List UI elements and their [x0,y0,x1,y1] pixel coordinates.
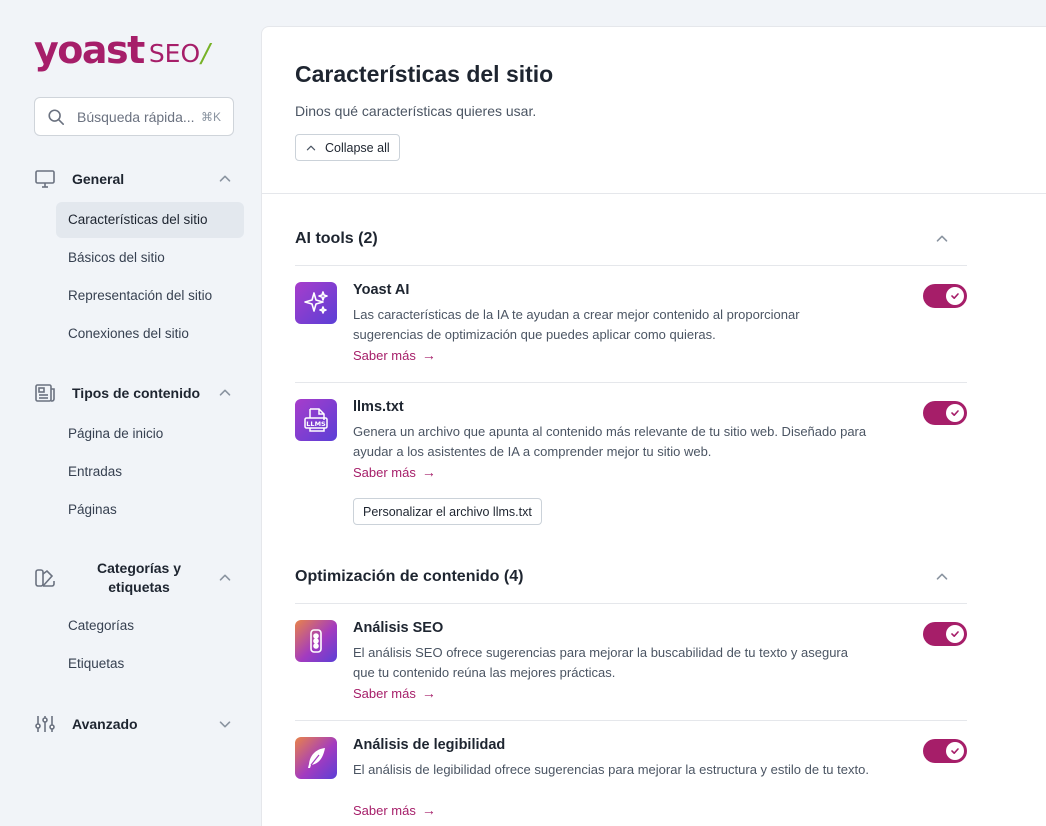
arrow-right-icon: → [421,802,436,818]
feature-title: Yoast AI [353,282,410,298]
color-swatch-icon [34,567,56,589]
feature-yoast-ai: Yoast AI Las características de la IA te… [295,282,967,382]
sidebar-item-entradas[interactable]: Entradas [56,454,244,490]
nav-group-avanzado-toggle[interactable]: Avanzado [34,711,244,737]
chevron-up-icon [306,145,316,150]
sidebar-item-caracteristicas[interactable]: Características del sitio [56,202,244,238]
section-title-ai-tools: AI tools (2) [295,230,378,247]
arrow-right-icon: → [421,347,436,363]
header-divider [262,193,1046,194]
feature-toggle[interactable] [923,284,967,308]
nav-group-categorias: Categorías y etiquetas Categorías Etique… [34,558,244,682]
feature-toggle[interactable] [923,622,967,646]
customize-llms-button[interactable]: Personalizar el archivo llms.txt [353,498,542,525]
chevron-up-icon[interactable] [933,230,951,248]
newspaper-icon [34,382,56,404]
learn-more-link[interactable]: Saber más → [353,464,436,480]
learn-more-link[interactable]: Saber más → [353,347,436,363]
check-icon [946,404,964,422]
feature-llms-txt: LLMS llms.txt Genera un archivo que apun… [295,399,967,529]
feather-icon [295,737,337,779]
feature-description: El análisis SEO ofrece sugerencias para … [353,645,848,680]
sidebar-item-basicos[interactable]: Básicos del sitio [56,240,244,276]
learn-more-link[interactable]: Saber más → [353,685,436,701]
feature-divider [295,720,967,721]
feature-title: llms.txt [353,399,404,415]
nav-group-label-line2: etiquetas [108,579,170,595]
chevron-up-icon [219,175,231,182]
sidebar-item-pagina-inicio[interactable]: Página de inicio [56,416,244,452]
nav-group-avanzado: Avanzado [34,711,244,737]
nav-group-label: General [72,171,125,187]
section-divider [295,603,967,604]
check-icon [946,742,964,760]
nav-group-label: Tipos de contenido [72,385,201,401]
desktop-icon [34,168,56,190]
chevron-up-icon[interactable] [933,568,951,586]
chevron-up-icon [219,389,231,396]
feature-analisis-seo: Análisis SEO El análisis SEO ofrece suge… [295,620,967,720]
adjustments-icon [34,713,56,735]
learn-more-label: Saber más [353,802,416,818]
traffic-light-icon [295,620,337,662]
check-icon [946,287,964,305]
check-icon [946,625,964,643]
feature-title: Análisis de legibilidad [353,737,506,753]
feature-title: Análisis SEO [353,620,444,636]
feature-description: El análisis de legibilidad ofrece sugere… [353,762,869,777]
nav-group-general-toggle[interactable]: General [34,166,244,192]
nav-group-label: Categorías y etiquetas [62,559,216,597]
learn-more-label: Saber más [353,464,416,480]
quick-search-input[interactable]: Búsqueda rápida... ⌘K [34,97,234,136]
sidebar: yoast SEO / Búsqueda rápida... ⌘K Genera… [0,0,262,826]
nav-group-tipos: Tipos de contenido Página de inicio Entr… [34,380,244,528]
feature-description: Las características de la IA te ayudan a… [353,307,800,342]
chevron-down-icon [219,721,231,728]
learn-more-link[interactable]: Saber más → [353,802,436,818]
llms-icon-text: LLMS [306,420,326,428]
search-icon [48,108,65,125]
sidebar-item-representacion[interactable]: Representación del sitio [56,278,244,314]
yoast-seo-logo[interactable]: yoast SEO / [34,24,210,70]
search-shortcut: ⌘K [200,109,221,124]
sidebar-item-paginas[interactable]: Páginas [56,492,244,528]
section-title-optimizacion: Optimización de contenido (4) [295,568,524,585]
llms-file-icon: LLMS [295,399,337,441]
chevron-up-icon [219,574,231,581]
feature-description: Genera un archivo que apunta al contenid… [353,424,867,459]
collapse-all-label: Collapse all [325,140,390,155]
feature-analisis-legibilidad: Análisis de legibilidad El análisis de l… [295,737,967,826]
sidebar-item-etiquetas[interactable]: Etiquetas [56,646,244,682]
arrow-right-icon: → [421,685,436,701]
nav-group-label-line1: Categorías y [96,560,182,576]
feature-toggle[interactable] [923,401,967,425]
logo-suffix: SEO [148,39,201,68]
nav-group-label: Avanzado [72,716,138,732]
nav-group-categorias-toggle[interactable]: Categorías y etiquetas [34,558,244,598]
feature-toggle[interactable] [923,739,967,763]
page-title: Características del sitio [295,61,554,87]
learn-more-label: Saber más [353,347,416,363]
main-panel: Características del sitio Dinos qué cara… [261,26,1046,826]
section-divider [295,265,967,266]
search-placeholder: Búsqueda rápida... [77,108,195,125]
feature-divider [295,382,967,383]
page-description: Dinos qué características quieres usar. [295,103,537,119]
sparkles-icon [295,282,337,324]
logo-slash: / [201,39,210,69]
nav-group-general: General Características del sitio Básico… [34,166,244,352]
nav-group-tipos-toggle[interactable]: Tipos de contenido [34,380,244,406]
arrow-right-icon: → [421,464,436,480]
sidebar-item-conexiones[interactable]: Conexiones del sitio [56,316,244,352]
logo-wordmark: yoast [34,28,145,72]
learn-more-label: Saber más [353,685,416,701]
sidebar-item-categorias[interactable]: Categorías [56,608,244,644]
collapse-all-button[interactable]: Collapse all [295,134,400,161]
